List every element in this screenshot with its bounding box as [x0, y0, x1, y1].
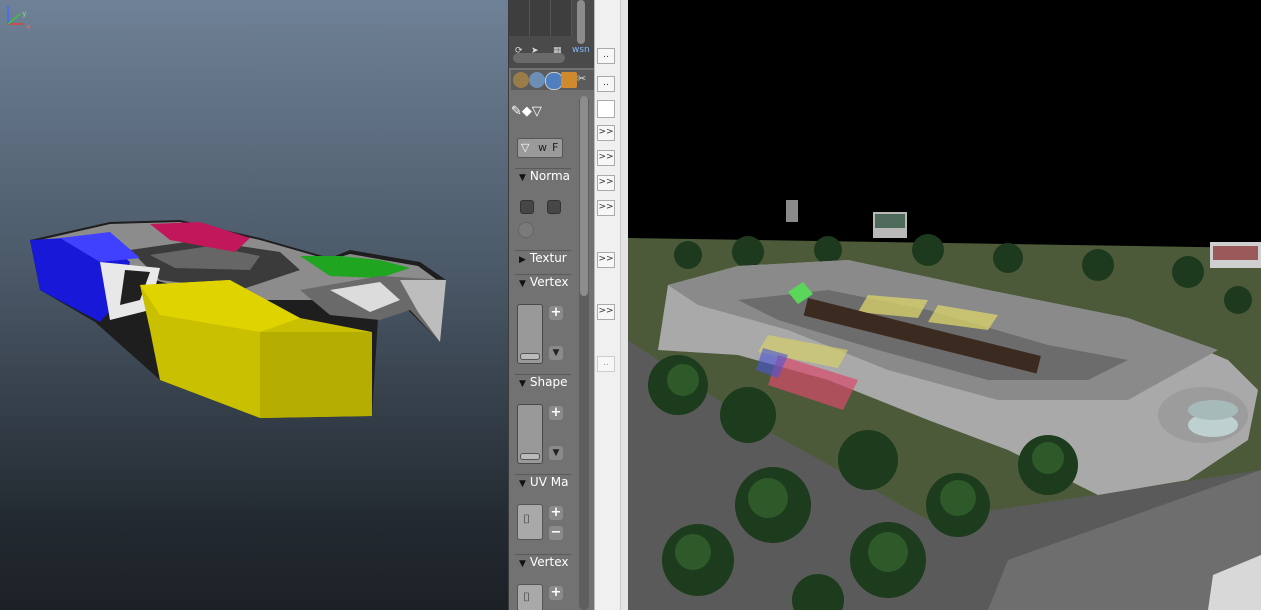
browse-button[interactable]: ..	[597, 48, 615, 64]
header-strip: ⟳ ➤ ▦ wsn	[509, 0, 595, 68]
panel-shape-keys[interactable]: ▼ Shape	[515, 374, 571, 395]
collapse-icon: ▼	[519, 379, 526, 389]
expand-button[interactable]: >>	[597, 150, 615, 166]
horizontal-scroll[interactable]	[513, 53, 565, 63]
expand-button[interactable]: >>	[597, 200, 615, 216]
panel-vertex-groups[interactable]: ▼ Vertex	[515, 274, 571, 295]
collapse-icon: ▼	[519, 559, 526, 569]
add-vertex-color-button[interactable]: +	[549, 586, 563, 600]
context-tabs: ✂	[511, 70, 595, 90]
panel-title: Vertex	[529, 275, 569, 289]
text-field[interactable]	[597, 100, 615, 118]
uv-map-list[interactable]: ⌷	[517, 504, 543, 540]
panel-vertex-colors[interactable]: ▼ Vertex	[515, 554, 571, 575]
face-label[interactable]: F	[552, 141, 558, 154]
panel-title: UV Ma	[529, 475, 569, 489]
scene-render	[628, 0, 1261, 610]
tab-object-icon[interactable]	[513, 72, 529, 88]
vertex-groups-list[interactable]	[517, 304, 543, 364]
panel-title: Norma	[529, 169, 571, 183]
strip-cell	[551, 0, 572, 36]
vertex-mode-icon[interactable]: ▽	[521, 141, 529, 154]
normals-toggle-b[interactable]	[547, 200, 561, 214]
camera-icon: ⌷	[523, 590, 531, 604]
expand-button[interactable]: >>	[597, 125, 615, 141]
expand-icon: ▶	[519, 255, 526, 265]
strip-cell	[530, 0, 551, 36]
tab-data-icon[interactable]	[561, 72, 577, 88]
remove-uv-map-button[interactable]: −	[549, 526, 563, 540]
normals-toggle-a[interactable]	[520, 200, 534, 214]
wireframe-face-toggle[interactable]: ▽ w F	[517, 138, 563, 158]
button-column: .. .. >> >> >> >> >> >> ..	[594, 0, 621, 610]
properties-panel: ⟳ ➤ ▦ wsn ✂ ✎◆▽ ▽ w F ▼ Norma ▶ Textur ▼ Ve…	[508, 0, 595, 610]
scrollbar-thumb[interactable]	[580, 96, 588, 296]
wire-label[interactable]: w	[538, 141, 547, 154]
axis-gizmo-icon: y x	[7, 6, 31, 30]
collapse-icon: ▼	[519, 173, 526, 183]
game-viewport[interactable]	[628, 0, 1261, 610]
panel-texture[interactable]: ▶ Textur	[515, 250, 571, 271]
panel-normals[interactable]: ▼ Norma	[515, 168, 571, 189]
top-scrollbar[interactable]	[577, 0, 585, 44]
mesh-tools-icon[interactable]: ✎◆▽	[511, 104, 542, 119]
expand-button[interactable]: >>	[597, 252, 615, 268]
collapse-icon: ▼	[519, 479, 526, 489]
panel-title: Textur	[529, 251, 567, 265]
browse-button[interactable]: ..	[597, 76, 615, 92]
vertex-group-menu-icon[interactable]: ▼	[549, 346, 563, 360]
add-uv-map-button[interactable]: +	[549, 506, 563, 520]
panel-title: Vertex	[529, 555, 569, 569]
camera-icon: ⌷	[523, 512, 531, 526]
resize-grip[interactable]	[520, 453, 540, 460]
panel-scrollbar[interactable]	[579, 96, 589, 610]
wsn-label: wsn	[572, 45, 590, 55]
panel-title: Shape	[529, 375, 568, 389]
expand-button[interactable]: >>	[597, 175, 615, 191]
shape-keys-list[interactable]	[517, 404, 543, 464]
strip-cell	[509, 0, 530, 36]
normals-radio[interactable]	[518, 222, 534, 238]
axis-y-label: y	[22, 9, 27, 18]
axis-x-label: x	[26, 22, 31, 30]
panel-uv-maps[interactable]: ▼ UV Ma	[515, 474, 571, 495]
collapse-icon: ▼	[519, 279, 526, 289]
resize-grip[interactable]	[520, 353, 540, 360]
browse-button[interactable]: ..	[597, 356, 615, 372]
add-vertex-group-button[interactable]: +	[549, 306, 563, 320]
add-shape-key-button[interactable]: +	[549, 406, 563, 420]
model-render	[30, 220, 446, 418]
wrench-icon[interactable]: ✂	[577, 72, 593, 88]
vertex-color-list[interactable]: ⌷	[517, 584, 543, 610]
expand-button[interactable]: >>	[597, 304, 615, 320]
shape-key-menu-icon[interactable]: ▼	[549, 446, 563, 460]
3d-viewport[interactable]: y x	[0, 0, 508, 610]
tab-constraints-icon[interactable]	[529, 72, 545, 88]
